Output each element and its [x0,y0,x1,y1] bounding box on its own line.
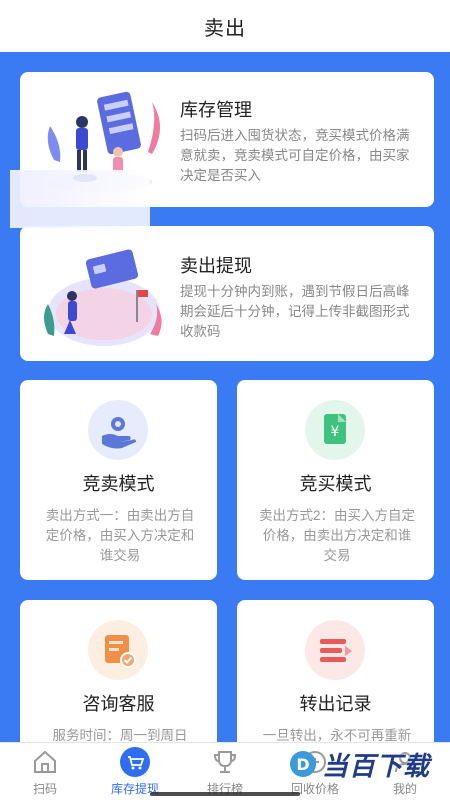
page-header: 卖出 [0,0,450,52]
tab-scan[interactable]: 扫码 [0,743,90,800]
sell-withdraw-card[interactable]: 卖出提现 提现十分钟内到账，遇到节假日后高峰期会延后十分钟，记得上传非截图形式收… [20,226,434,361]
watermark: D 当百下载 [288,744,440,784]
inventory-title: 库存管理 [180,100,252,120]
auction-sell-mode-card[interactable]: 竞卖模式 卖出方式一：由卖出方自定价格，由买入方决定和谁交易 [20,380,217,580]
cart-icon [120,747,150,777]
withdraw-title: 卖出提现 [180,256,252,276]
customer-service-title: 咨询客服 [82,694,155,714]
home-icon [30,747,60,777]
transfer-records-title: 转出记录 [299,694,372,714]
yuan-bill-icon: ¥ [305,400,365,460]
withdraw-description: 提现十分钟内到账，遇到节假日后高峰期会延后十分钟，记得上传非截图形式收款码 [180,284,410,339]
watermark-text: 当百下载 [322,750,431,781]
watermark-glyph: D [296,755,309,774]
transfer-list-icon [305,620,365,680]
auction-sell-title: 竞卖模式 [82,474,155,494]
auction-buy-mode-card[interactable]: ¥ 竞买模式 卖出方式2：由买入方自定价格，由卖出方决定和谁交易 [237,380,434,580]
inventory-description: 扫码后进入囤货状态，竞买模式价格满意就卖，竞卖模式可自定价格，由买家决定是否买入 [180,128,410,183]
transfer-records-card[interactable]: 转出记录 一旦转出，永不可再重新 [237,600,434,760]
home-indicator [150,792,300,796]
watermark-logo-icon: D [290,751,316,777]
auction-buy-title: 竞买模式 [299,474,372,494]
auction-buy-description: 卖出方式2：由买入方自定价格，由卖出方决定和谁交易 [258,508,415,563]
content-area: 库存管理 扫码后进入囤货状态，竞买模式价格满意就卖，竞卖模式可自定价格，由买家决… [0,52,450,760]
withdraw-illustration [44,249,162,346]
trophy-icon [210,747,240,777]
hand-coin-icon [88,400,148,460]
customer-service-card[interactable]: 咨询客服 服务时间：周一到周日 [20,600,217,760]
auction-sell-description: 卖出方式一：由卖出方自定价格，由买入方决定和谁交易 [45,508,195,563]
svg-text:¥: ¥ [331,424,340,440]
blur-overlay [10,170,150,228]
page-title: 卖出 [204,17,246,40]
service-document-icon [88,620,148,680]
tab-scan-label: 扫码 [32,782,57,796]
